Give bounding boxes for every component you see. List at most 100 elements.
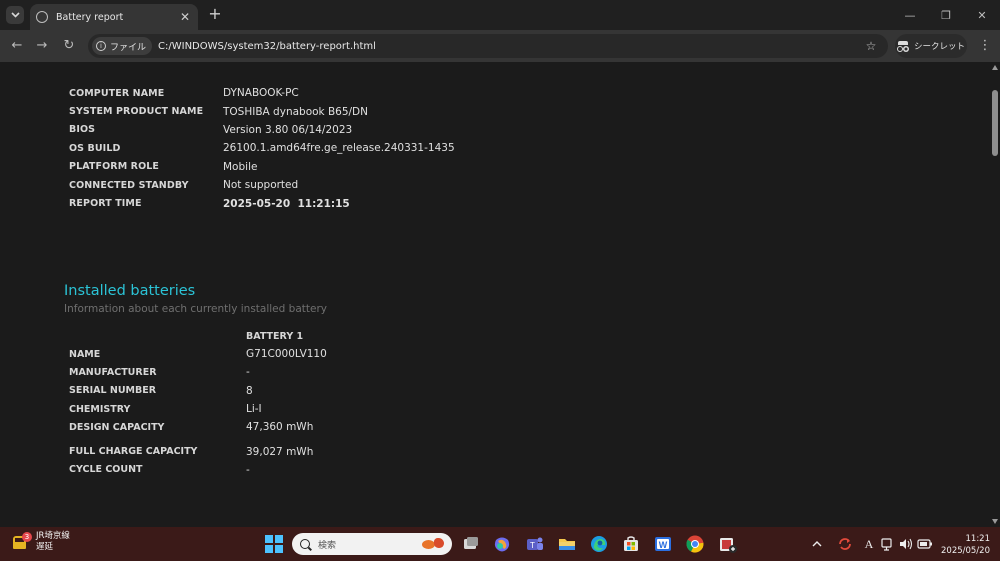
store-icon[interactable] [621, 534, 641, 554]
table-row: CYCLE COUNT - [69, 461, 327, 479]
site-info-chip[interactable]: i ファイル [92, 37, 153, 55]
table-row: SERIAL NUMBER 8 [69, 382, 327, 400]
battery-label: FULL CHARGE CAPACITY [69, 446, 198, 458]
clock-time: 11:21 [965, 534, 991, 544]
widget-line2: 遅延 [36, 542, 54, 552]
new-tab-button[interactable]: + [206, 5, 224, 23]
battery-label: CHEMISTRY [69, 403, 131, 415]
url-text[interactable]: C:/WINDOWS/system32/battery-report.html [158, 41, 862, 52]
battery-value: 47,360 mWh [246, 421, 314, 434]
table-row: SYSTEM PRODUCT NAME TOSHIBA dynabook B65… [69, 102, 455, 120]
section-title: Installed batteries [64, 283, 196, 299]
teams-icon[interactable]: T [525, 534, 545, 554]
info-label: REPORT TIME [69, 198, 142, 210]
copilot-icon[interactable] [492, 534, 512, 554]
battery-value: - [246, 463, 250, 476]
vertical-scrollbar[interactable] [990, 62, 1000, 527]
info-icon: i [96, 41, 106, 51]
window-close-icon[interactable]: ✕ [964, 0, 1000, 30]
tab-battery-report[interactable]: Battery report ✕ [30, 4, 198, 30]
system-info-table: COMPUTER NAME DYNABOOK-PC SYSTEM PRODUCT… [69, 84, 455, 213]
widget-line1: JR埼京線 [36, 531, 70, 541]
address-bar[interactable]: i ファイル C:/WINDOWS/system32/battery-repor… [88, 34, 888, 58]
table-row: NAME G71C000LV110 [69, 345, 327, 363]
info-value: 26100.1.amd64fre.ge_release.240331-1435 [223, 142, 455, 155]
chrome-icon[interactable] [685, 534, 705, 554]
table-row: OS BUILD 26100.1.amd64fre.ge_release.240… [69, 139, 455, 157]
battery-label: SERIAL NUMBER [69, 385, 157, 397]
browser-toolbar: ← → ↻ i ファイル C:/WINDOWS/system32/battery… [0, 30, 1000, 62]
info-label: PLATFORM ROLE [69, 161, 159, 173]
scroll-down-icon[interactable] [992, 519, 998, 524]
network-icon[interactable] [880, 534, 896, 554]
edge-icon[interactable] [589, 534, 609, 554]
table-row: FULL CHARGE CAPACITY 39,027 mWh [69, 442, 327, 460]
tab-list-button[interactable] [6, 6, 24, 24]
taskbar-search[interactable]: 検索 [292, 533, 452, 555]
incognito-label: シークレット [913, 42, 965, 52]
table-row: DESIGN CAPACITY 47,360 mWh [69, 418, 327, 436]
battery-icon[interactable] [916, 534, 934, 554]
incognito-button[interactable]: シークレット [895, 34, 967, 58]
battery-column-header: BATTERY 1 [246, 331, 304, 342]
chip-label: ファイル [110, 42, 147, 53]
search-icon [300, 539, 310, 549]
info-label: OS BUILD [69, 142, 121, 154]
tab-strip: Battery report ✕ + — ❐ ✕ [0, 0, 1000, 30]
table-row: REPORT TIME 2025-05-20 11:21:15 [69, 194, 455, 212]
back-icon[interactable]: ← [8, 37, 26, 55]
table-row: COMPUTER NAME DYNABOOK-PC [69, 84, 455, 102]
sync-icon[interactable] [834, 534, 856, 554]
info-label: COMPUTER NAME [69, 87, 165, 99]
info-label: CONNECTED STANDBY [69, 179, 189, 191]
scroll-up-icon[interactable] [992, 65, 998, 70]
table-row: CHEMISTRY Li-I [69, 400, 327, 418]
battery-value: Li-I [246, 403, 262, 416]
svg-text:T: T [530, 541, 535, 550]
snipping-tool-icon[interactable] [718, 534, 738, 554]
table-row: PLATFORM ROLE Mobile [69, 158, 455, 176]
report-time-value: 2025-05-20 11:21:15 [223, 197, 350, 210]
file-explorer-icon[interactable] [557, 534, 577, 554]
table-row: BIOS Version 3.80 06/14/2023 [69, 121, 455, 139]
info-value: DYNABOOK-PC [223, 87, 299, 100]
taskbar-clock[interactable]: 11:21 2025/05/20 [938, 533, 990, 557]
train-icon: 3 [10, 532, 32, 552]
battery-label: NAME [69, 348, 101, 360]
battery-value: 8 [246, 384, 253, 397]
info-label: SYSTEM PRODUCT NAME [69, 106, 204, 118]
chevron-down-icon [10, 12, 20, 18]
forward-icon[interactable]: → [33, 37, 51, 55]
start-button[interactable] [264, 534, 284, 554]
task-view-icon[interactable] [461, 534, 481, 554]
battery-value: G71C000LV110 [246, 348, 327, 361]
star-icon[interactable]: ☆ [862, 39, 880, 53]
reload-icon[interactable]: ↻ [60, 37, 78, 55]
ime-indicator[interactable]: A [860, 537, 878, 552]
volume-icon[interactable] [898, 534, 914, 554]
battery-label: CYCLE COUNT [69, 464, 143, 476]
window-controls: — ❐ ✕ [892, 0, 1000, 30]
battery-label: MANUFACTURER [69, 366, 157, 378]
taskbar: 3 JR埼京線 遅延 検索 T W A 11:21 2025/05/20 [0, 527, 1000, 561]
close-icon[interactable]: ✕ [178, 10, 192, 24]
battery-value: 39,027 mWh [246, 445, 314, 458]
battery-table: NAME G71C000LV110 MANUFACTURER - SERIAL … [69, 345, 327, 479]
table-row: MANUFACTURER - [69, 363, 327, 381]
weather-widget[interactable]: 3 JR埼京線 遅延 [10, 531, 70, 553]
system-tray: A [810, 527, 934, 561]
chevron-up-icon[interactable] [810, 534, 824, 554]
info-value: Version 3.80 06/14/2023 [223, 123, 353, 136]
more-icon[interactable]: ⋮ [978, 38, 992, 54]
search-placeholder: 検索 [318, 540, 337, 551]
notification-badge: 3 [22, 532, 32, 542]
page-content: COMPUTER NAME DYNABOOK-PC SYSTEM PRODUCT… [0, 62, 990, 527]
minimize-icon[interactable]: — [892, 0, 928, 30]
incognito-icon [896, 41, 909, 52]
info-value: Not supported [223, 179, 299, 192]
svg-text:W: W [659, 540, 668, 550]
scroll-thumb[interactable] [992, 90, 998, 156]
tab-title: Battery report [56, 11, 124, 23]
word-like-app-icon[interactable]: W [653, 534, 673, 554]
restore-icon[interactable]: ❐ [928, 0, 964, 30]
